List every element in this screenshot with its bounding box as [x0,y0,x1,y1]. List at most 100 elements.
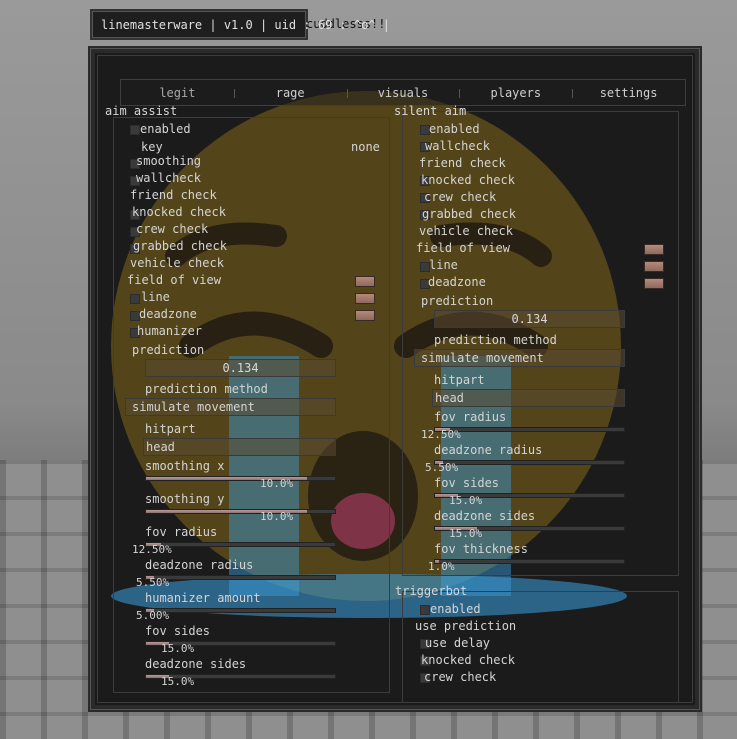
aa-prediction-method-dropdown[interactable]: simulate movement [125,398,336,416]
sa-wallcheck-label: wallcheck [425,139,491,153]
aa-fov-color-swatch[interactable] [355,276,375,287]
sa-fov-thickness-slider[interactable] [434,559,625,564]
menu-inner: legit rage visuals players settings aim … [97,55,693,703]
aa-fov-sides-label: fov sides [145,624,211,638]
sa-crew-check-label: crew check [424,190,497,204]
sa-fov-sides-label: fov sides [434,476,500,490]
silent-aim-title: silent aim [394,104,467,118]
aa-prediction-method-label: prediction method [145,382,268,396]
aa-smoothing-x-label: smoothing x [145,459,225,473]
aa-prediction-label: prediction [132,343,205,357]
sa-friend-check-label[interactable]: friend check [419,156,506,170]
aa-deadzone-radius-label: deadzone radius [145,558,254,572]
sa-line-label: line [429,258,458,272]
sa-fov-sides-value: 15.0% [449,494,483,507]
aa-line-color-swatch[interactable] [355,293,375,304]
tab-settings[interactable]: settings [572,80,685,105]
aa-smoothing-x-value: 10.0% [260,477,294,490]
tb-enabled-label: enabled [430,602,481,616]
tab-players[interactable]: players [459,80,572,105]
aa-key-value[interactable]: none [351,140,380,154]
aa-hitpart-label: hitpart [145,422,196,436]
sa-deadzone-radius-label: deadzone radius [434,443,543,457]
cheat-menu-window[interactable]: legit rage visuals players settings aim … [90,48,700,710]
sa-fov-color-swatch[interactable] [644,244,664,255]
sa-fov-thickness-label: fov thickness [434,542,528,556]
aa-enabled-checkbox[interactable] [130,125,140,135]
aa-smoothing-y-slider[interactable] [145,509,336,514]
sa-deadzone-radius-value: 5.50% [425,461,459,474]
aa-deadzone-label: deadzone [139,307,197,321]
aa-fov-sides-value: 15.0% [161,642,195,655]
sa-fov-thickness-value: 1.0% [428,560,455,573]
sa-line-color-swatch[interactable] [644,261,664,272]
aa-grabbed-check-label: grabbed check [133,239,227,253]
aa-fov-radius-label: fov radius [145,525,218,539]
tb-use-delay-label: use delay [425,636,491,650]
aa-hitpart-dropdown[interactable]: head [143,438,336,456]
sa-grabbed-check-label: grabbed check [422,207,516,221]
sa-vehicle-check-label[interactable]: vehicle check [419,224,513,238]
aa-wallcheck-label: wallcheck [136,171,202,185]
tab-visuals[interactable]: visuals [346,80,460,105]
sa-prediction-method-dropdown[interactable]: simulate movement [414,349,625,367]
aa-fov-radius-value: 12.50% [132,543,172,556]
tab-legit[interactable]: legit [121,80,234,105]
aa-key-label: key [141,140,163,154]
aa-humanizer-amount-value: 5.00% [136,609,170,622]
aa-field-of-view-label[interactable]: field of view [127,273,221,287]
aa-humanizer-amount-label: humanizer amount [145,591,261,605]
sa-deadzone-sides-label: deadzone sides [434,509,536,523]
aa-smoothing-label: smoothing [136,154,202,168]
sa-prediction-value: 0.134 [511,312,548,326]
sa-hitpart-label: hitpart [434,373,485,387]
aa-enabled-label: enabled [140,122,191,136]
aa-friend-check-label[interactable]: friend check [130,188,217,202]
sa-enabled-label: enabled [429,122,480,136]
sa-hitpart-dropdown[interactable]: head [432,389,625,407]
aa-deadzone-radius-slider[interactable] [145,575,336,580]
aim-assist-title: aim assist [105,104,178,118]
sa-fov-radius-slider[interactable] [434,427,625,432]
aa-deadzone-radius-value: 5.50% [136,576,170,589]
aa-prediction-method-value: simulate movement [132,400,255,414]
sa-fov-radius-value: 12.50% [421,428,461,441]
sa-fov-radius-label: fov radius [434,410,507,424]
aa-fov-radius-slider[interactable] [145,542,336,547]
tab-bar: legit rage visuals players settings [120,79,686,106]
aa-deadzone-sides-label: deadzone sides [145,657,247,671]
sa-prediction-method-value: simulate movement [421,351,544,365]
sa-deadzone-color-swatch[interactable] [644,278,664,289]
sa-prediction-label: prediction [421,294,494,308]
sa-prediction-input[interactable]: 0.134 [434,310,625,328]
aa-smoothing-x-slider[interactable] [145,476,336,481]
watermark-bar: linemasterware | v1.0 | uid : 69 : ^o^ | [92,11,390,38]
aa-smoothing-y-label: smoothing y [145,492,225,506]
aa-knocked-check-label: knocked check [132,205,226,219]
aa-smoothing-y-value: 10.0% [260,510,294,523]
aa-line-label: line [141,290,170,304]
tb-enabled-checkbox[interactable] [420,605,430,615]
sa-deadzone-sides-value: 15.0% [449,527,483,540]
aa-prediction-input[interactable]: 0.134 [145,359,336,377]
aa-humanizer-label: humanizer [137,324,203,338]
sa-deadzone-radius-slider[interactable] [434,460,625,465]
tab-rage[interactable]: rage [233,80,347,105]
tb-use-prediction-label[interactable]: use prediction [415,619,516,633]
sa-field-of-view-label[interactable]: field of view [416,241,510,255]
aa-deadzone-sides-value: 15.0% [161,675,195,688]
aa-humanizer-amount-slider[interactable] [145,608,336,613]
sa-prediction-method-label: prediction method [434,333,557,347]
tb-knocked-check-label: knocked check [421,653,515,667]
watermark-text: linemasterware | v1.0 | uid : 69 : ^o^ | [101,18,390,32]
aa-crew-check-label: crew check [136,222,209,236]
tb-crew-check-label: crew check [424,670,497,684]
sa-knocked-check-label: knocked check [421,173,515,187]
sa-deadzone-label: deadzone [428,275,486,289]
aa-vehicle-check-label[interactable]: vehicle check [130,256,224,270]
aa-deadzone-color-swatch[interactable] [355,310,375,321]
aa-prediction-value: 0.134 [222,361,259,375]
aa-line-checkbox[interactable] [130,294,140,304]
triggerbot-title: triggerbot [395,584,468,598]
sa-hitpart-value: head [435,391,464,405]
